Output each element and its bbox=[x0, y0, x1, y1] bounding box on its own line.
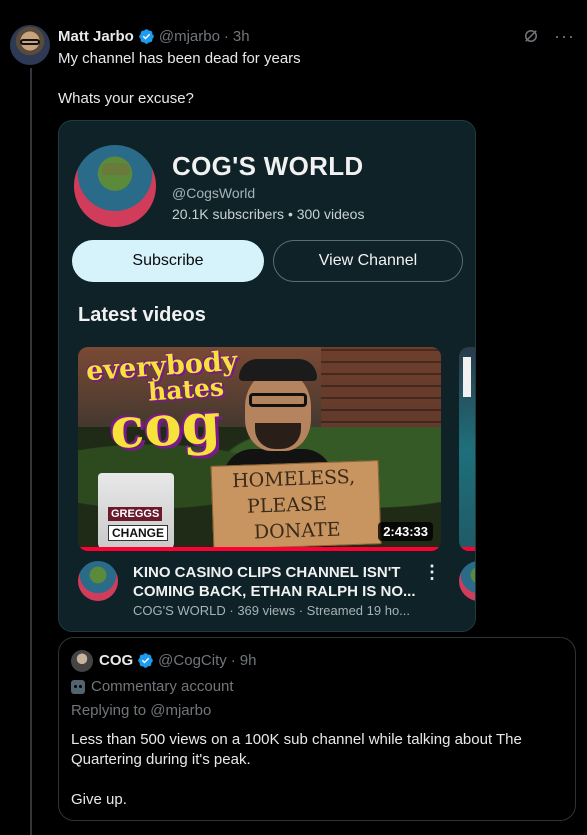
separator-dot: · bbox=[230, 652, 236, 669]
view-channel-button[interactable]: View Channel bbox=[273, 240, 463, 282]
thread-line bbox=[30, 68, 32, 835]
video-more-icon[interactable]: ⋮ bbox=[423, 561, 441, 583]
verified-badge-icon bbox=[138, 653, 153, 668]
separator-dot: · bbox=[223, 27, 229, 45]
automated-account-icon bbox=[71, 679, 85, 694]
quote-author-handle[interactable]: @CogCity bbox=[158, 652, 227, 669]
video-channel-avatar[interactable] bbox=[78, 561, 118, 601]
video-thumbnail[interactable]: HOMELESS, PLEASE DONATE GREGGS CHANGE ev… bbox=[78, 347, 441, 551]
post-text-line: Whats your excuse? bbox=[58, 90, 194, 107]
post-time[interactable]: 3h bbox=[233, 28, 250, 45]
video-title[interactable]: KINO CASINO CLIPS CHANNEL ISN'T COMING B… bbox=[133, 563, 423, 601]
watch-progress-bar bbox=[78, 547, 441, 551]
thumbnail-sign: HOMELESS, PLEASE DONATE bbox=[210, 460, 382, 550]
next-video-channel-avatar[interactable] bbox=[459, 561, 475, 601]
author-avatar[interactable] bbox=[10, 25, 50, 65]
quote-header: COG @CogCity · 9h bbox=[99, 652, 256, 669]
affiliation-label: Commentary account bbox=[71, 678, 234, 695]
verified-badge-icon bbox=[139, 28, 154, 44]
quote-text: Less than 500 views on a 100K sub channe… bbox=[71, 731, 522, 808]
post-text: My channel has been dead for years Whats… bbox=[58, 49, 301, 109]
channel-title[interactable]: COG'S WORLD bbox=[172, 151, 363, 182]
quote-author-avatar[interactable] bbox=[71, 650, 93, 672]
youtube-channel-card[interactable]: COG'S WORLD @CogsWorld 20.1K subscribers… bbox=[58, 120, 476, 632]
author-name[interactable]: Matt Jarbo bbox=[58, 28, 134, 45]
channel-stats: 20.1K subscribers • 300 videos bbox=[172, 206, 365, 222]
subscribe-button[interactable]: Subscribe bbox=[72, 240, 264, 282]
quote-author-name[interactable]: COG bbox=[99, 652, 133, 669]
thumbnail-text: cog bbox=[108, 390, 223, 462]
channel-avatar[interactable] bbox=[72, 143, 158, 229]
author-handle[interactable]: @mjarbo bbox=[159, 28, 220, 45]
video-meta: COG'S WORLD · 369 views · Streamed 19 ho… bbox=[133, 603, 411, 618]
replying-to: Replying to @mjarbo bbox=[71, 702, 212, 719]
more-options-icon[interactable]: ··· bbox=[554, 27, 575, 45]
post-text-line: My channel has been dead for years bbox=[58, 50, 301, 67]
latest-videos-heading: Latest videos bbox=[78, 304, 206, 326]
grok-icon[interactable] bbox=[522, 27, 540, 45]
thumbnail-cup: GREGGS CHANGE bbox=[98, 473, 174, 551]
post-header: Matt Jarbo @mjarbo · 3h ··· bbox=[58, 26, 575, 46]
channel-handle: @CogsWorld bbox=[172, 185, 256, 201]
video-duration: 2:43:33 bbox=[378, 522, 433, 541]
replying-to-handle[interactable]: @mjarbo bbox=[150, 702, 211, 719]
next-video-thumbnail[interactable] bbox=[459, 347, 475, 551]
quote-tweet[interactable]: COG @CogCity · 9h Commentary account Rep… bbox=[58, 637, 576, 821]
quote-time[interactable]: 9h bbox=[240, 652, 257, 669]
